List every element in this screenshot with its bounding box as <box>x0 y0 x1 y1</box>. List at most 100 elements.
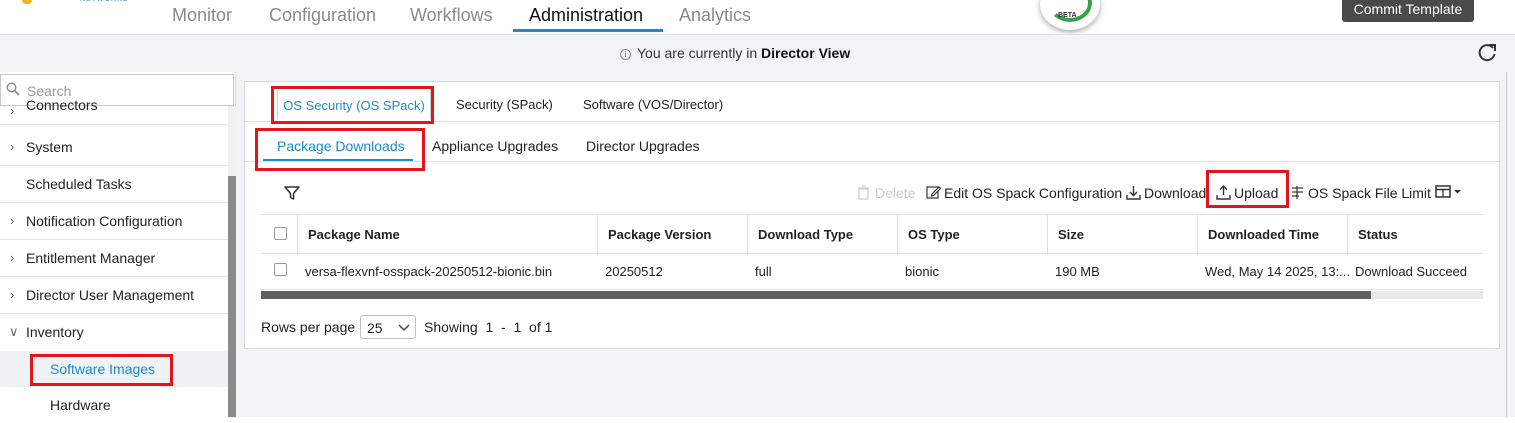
cell-os-type: bionic <box>905 264 939 279</box>
sidebar-item-label: Director User Management <box>26 287 195 303</box>
table-toolbar: Delete Edit OS Spack Configuration Downl… <box>245 178 1499 208</box>
tabs-level2: Package Downloads Appliance Upgrades Dir… <box>245 122 1499 162</box>
nav-tab-monitor[interactable]: Monitor <box>172 2 232 30</box>
column-header-os-type[interactable]: OS Type <box>897 215 1047 255</box>
rows-per-page-value: 25 <box>367 320 383 336</box>
table-scrollbar-thumb[interactable] <box>261 291 1371 299</box>
sidebar-item-scheduled-tasks[interactable]: Scheduled Tasks <box>0 166 228 203</box>
cell-downloaded-time: Wed, May 14 2025, 13:... <box>1205 264 1351 279</box>
file-limit-icon <box>1292 186 1303 199</box>
table-row[interactable]: versa-flexvnf-osspack-20250512-bionic.bi… <box>261 254 1483 290</box>
beta-badge[interactable]: BETA <box>1040 0 1100 30</box>
sidebar-item-label: System <box>26 139 73 155</box>
filter-icon[interactable] <box>283 184 301 202</box>
tab-os-security[interactable]: OS Security (OS SPack) <box>277 88 431 120</box>
sidebar-scrollbar[interactable] <box>228 106 236 417</box>
sidebar-item-label: Notification Configuration <box>26 213 183 229</box>
download-button[interactable]: Download <box>1126 182 1210 204</box>
sidebar-item-label: Software Images <box>50 361 156 377</box>
download-label: Download <box>1144 185 1207 201</box>
sidebar-item-notification-configuration[interactable]: › Notification Configuration <box>0 203 228 240</box>
nav-tab-analytics[interactable]: Analytics <box>679 2 751 30</box>
sidebar-item-label: Inventory <box>26 324 84 340</box>
chevron-right-icon: › <box>10 213 15 228</box>
column-header-status[interactable]: Status <box>1347 215 1483 255</box>
software-images-panel: OS Security (OS SPack) Security (SPack) … <box>244 81 1500 349</box>
context-prefix: You are currently in <box>637 45 758 61</box>
column-header-downloaded-time[interactable]: Downloaded Time <box>1197 215 1347 255</box>
tab-security-spack[interactable]: Security (SPack) <box>456 88 553 120</box>
sidebar-item-software-images[interactable]: Software Images <box>0 351 228 387</box>
chevron-right-icon: › <box>10 250 15 265</box>
column-chooser-button[interactable] <box>1435 182 1465 204</box>
delete-button[interactable]: Delete <box>857 182 919 204</box>
upload-icon <box>1216 185 1231 200</box>
top-nav: NETWORKS Monitor Configuration Workflows… <box>0 0 1515 34</box>
cell-package-name: versa-flexvnf-osspack-20250512-bionic.bi… <box>305 264 553 279</box>
refresh-icon[interactable] <box>1476 42 1498 64</box>
nav-tab-workflows[interactable]: Workflows <box>410 2 493 30</box>
sidebar-item-label: Scheduled Tasks <box>26 176 132 192</box>
tab-package-downloads[interactable]: Package Downloads <box>277 128 405 160</box>
sidebar-item-label: Entitlement Manager <box>26 250 156 266</box>
panel-divider <box>1506 72 1507 417</box>
rows-per-page-select[interactable]: 25 <box>360 315 416 339</box>
edit-os-spack-config-button[interactable]: Edit OS Spack Configuration <box>926 182 1122 204</box>
column-header-package-version[interactable]: Package Version <box>597 215 747 255</box>
upload-button[interactable]: Upload <box>1216 182 1286 204</box>
cell-size: 190 MB <box>1055 264 1100 279</box>
cell-package-version: 20250512 <box>605 264 663 279</box>
columns-icon <box>1435 185 1461 198</box>
edit-icon <box>926 186 941 199</box>
column-header-download-type[interactable]: Download Type <box>747 215 897 255</box>
tab-appliance-upgrades[interactable]: Appliance Upgrades <box>432 128 558 160</box>
table-horizontal-scrollbar[interactable] <box>261 291 1483 299</box>
sidebar: › Connectors › System Scheduled Tasks › … <box>0 72 236 417</box>
main-content: OS Security (OS SPack) Security (SPack) … <box>236 72 1515 417</box>
cell-download-type: full <box>755 264 772 279</box>
sidebar-item-connectors[interactable]: › Connectors <box>0 93 228 125</box>
file-limit-label: OS Spack File Limit <box>1308 185 1431 201</box>
sidebar-item-label: Connectors <box>26 97 98 113</box>
table-header: Package Name Package Version Download Ty… <box>261 214 1483 255</box>
sidebar-item-label: Hardware <box>50 397 111 413</box>
column-header-size[interactable]: Size <box>1047 215 1197 255</box>
select-all-checkbox[interactable] <box>274 227 287 240</box>
sidebar-item-entitlement-manager[interactable]: › Entitlement Manager <box>0 240 228 277</box>
cell-status: Download Succeed <box>1355 264 1468 279</box>
nav-tab-administration[interactable]: Administration <box>529 2 643 30</box>
sidebar-scrollbar-thumb[interactable] <box>228 176 236 417</box>
company-logo: NETWORKS <box>0 0 140 8</box>
chevron-down-icon: ∨ <box>9 324 19 339</box>
tabs-level1: OS Security (OS SPack) Security (SPack) … <box>245 82 1499 122</box>
rows-per-page-label: Rows per page <box>261 319 356 335</box>
active-subtab-indicator <box>263 159 413 161</box>
column-header-package-name[interactable]: Package Name <box>297 215 597 255</box>
edit-config-label: Edit OS Spack Configuration <box>944 185 1123 201</box>
package-downloads-table: Package Name Package Version Download Ty… <box>261 214 1483 300</box>
context-view-name: Director View <box>761 45 851 61</box>
info-icon: i <box>620 49 631 60</box>
chevron-right-icon: › <box>10 287 15 302</box>
tab-software-vos-director[interactable]: Software (VOS/Director) <box>583 88 723 120</box>
context-message: i You are currently in Director View <box>620 45 850 61</box>
tab-director-upgrades[interactable]: Director Upgrades <box>586 128 700 160</box>
chevron-right-icon: › <box>10 103 15 118</box>
trash-icon <box>858 185 869 200</box>
os-spack-file-limit-button[interactable]: OS Spack File Limit <box>1290 182 1431 204</box>
beta-label: BETA <box>1058 12 1077 19</box>
download-icon <box>1126 186 1141 200</box>
sidebar-item-hardware[interactable]: Hardware <box>0 387 228 423</box>
sidebar-item-inventory[interactable]: ∨ Inventory <box>0 314 228 351</box>
sidebar-item-director-user-management[interactable]: › Director User Management <box>0 277 228 314</box>
delete-label: Delete <box>875 185 916 201</box>
nav-tab-configuration[interactable]: Configuration <box>269 2 376 30</box>
commit-template-button[interactable]: Commit Template <box>1342 0 1474 22</box>
chevron-down-icon <box>398 324 410 332</box>
pagination-status: Showing 1 - 1 of 1 <box>424 319 553 335</box>
sidebar-item-system[interactable]: › System <box>0 129 228 166</box>
row-checkbox[interactable] <box>274 263 287 276</box>
context-banner: i You are currently in Director View <box>0 34 1515 72</box>
active-tab-indicator <box>513 29 663 32</box>
upload-label: Upload <box>1234 185 1279 201</box>
